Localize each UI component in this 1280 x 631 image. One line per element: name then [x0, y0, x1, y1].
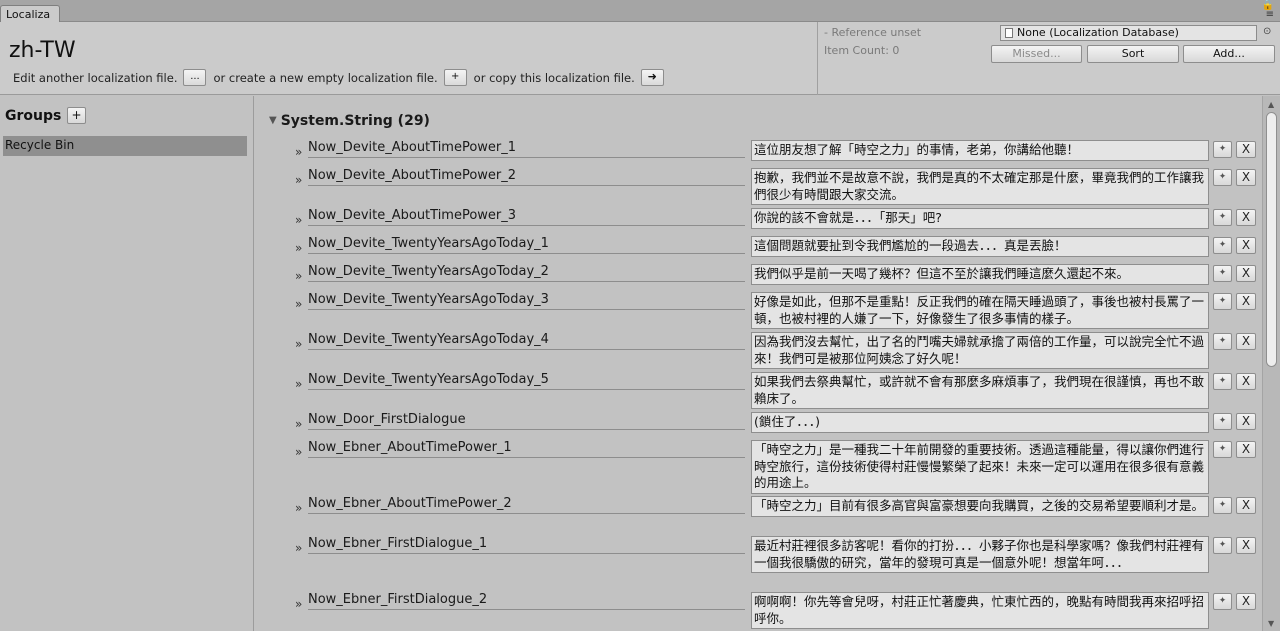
scroll-down-icon[interactable]: ▼ [1268, 619, 1274, 628]
entry-value-field[interactable]: 因為我們沒去幫忙，出了名的鬥嘴夫婦就承擔了兩倍的工作量，可以說完全忙不過來！我們… [751, 332, 1209, 369]
entry-value-field[interactable]: 最近村莊裡很多訪客呢！看你的打扮．．．小夥子你也是科學家嗎？像我們村莊裡有一個我… [751, 536, 1209, 573]
entry-key: Now_Devite_TwentyYearsAgoToday_3 [308, 292, 745, 310]
entry-key: Now_Ebner_AboutTimePower_1 [308, 440, 745, 458]
groups-title: Groups [5, 108, 62, 124]
fold-arrow-icon[interactable]: » [295, 417, 302, 431]
entry-edit-button[interactable]: ✦ [1213, 441, 1232, 458]
entry-key: Now_Ebner_FirstDialogue_1 [308, 536, 745, 554]
entry-edit-button[interactable]: ✦ [1213, 497, 1232, 514]
collapse-triangle-icon[interactable]: ▼ [269, 115, 277, 126]
header-divider [817, 22, 818, 95]
entry-key: Now_Ebner_AboutTimePower_2 [308, 496, 745, 514]
entry-value-field[interactable]: 這個問題就要扯到令我們尷尬的一段過去．．．真是丟臉！ [751, 236, 1209, 257]
fold-arrow-icon[interactable]: » [295, 297, 302, 311]
entry-key: Now_Devite_TwentyYearsAgoToday_1 [308, 236, 745, 254]
entry-edit-button[interactable]: ✦ [1213, 333, 1232, 350]
entry-edit-button[interactable]: ✦ [1213, 373, 1232, 390]
reference-status: - Reference unset [824, 26, 922, 39]
fold-arrow-icon[interactable]: » [295, 269, 302, 283]
entry-value-field[interactable]: 我們似乎是前一天喝了幾杯？但這不至於讓我們睡這麼久還起不來。 [751, 264, 1209, 285]
fold-arrow-icon[interactable]: » [295, 541, 302, 555]
entry-edit-button[interactable]: ✦ [1213, 537, 1232, 554]
copy-file-button[interactable]: ➜ [640, 69, 664, 86]
entry-value-field[interactable]: 「時空之力」是一種我二十年前開發的重要技術。透過這種能量，得以讓你們進行時空旅行… [751, 440, 1209, 494]
entry-value-field[interactable]: 抱歉，我們並不是故意不說，我們是真的不太確定那是什麼，畢竟我們的工作讓我們很少有… [751, 168, 1209, 205]
entry-key: Now_Devite_TwentyYearsAgoToday_5 [308, 372, 745, 390]
entry-value-field[interactable]: 如果我們去祭典幫忙，或許就不會有那麼多麻煩事了，我們現在很謹慎，再也不敢賴床了。 [751, 372, 1209, 409]
asset-icon [1005, 28, 1013, 38]
edit-file-text: Edit another localization file. [13, 70, 178, 85]
add-group-button[interactable]: + [67, 107, 86, 124]
entry-delete-button[interactable]: X [1236, 333, 1256, 350]
fold-arrow-icon[interactable]: » [295, 173, 302, 187]
copy-file-text: or copy this localization file. [473, 70, 635, 85]
section-title: System.String (29) [280, 113, 430, 129]
entry-delete-button[interactable]: X [1236, 293, 1256, 310]
sort-button[interactable]: Sort [1087, 45, 1179, 63]
entry-edit-button[interactable]: ✦ [1213, 141, 1232, 158]
entry-delete-button[interactable]: X [1236, 537, 1256, 554]
entry-value-field[interactable]: 你說的該不會就是．．．「那天」吧? [751, 208, 1209, 229]
section-header[interactable]: ▼ System.String (29) [269, 113, 430, 129]
entry-edit-button[interactable]: ✦ [1213, 293, 1232, 310]
entry-delete-button[interactable]: X [1236, 141, 1256, 158]
page-title: zh-TW [9, 38, 76, 63]
entry-edit-button[interactable]: ✦ [1213, 265, 1232, 282]
create-file-text: or create a new empty localization file. [213, 70, 438, 85]
entries-panel: ▼ System.String (29) » Now_Devite_AboutTim… [255, 96, 1262, 631]
vertical-scrollbar[interactable]: ▲ ▼ [1262, 96, 1280, 631]
fold-arrow-icon[interactable]: » [295, 501, 302, 515]
tab-localization[interactable]: Localiza [0, 5, 60, 23]
window-menu-icon[interactable]: ≡ [1266, 9, 1274, 20]
entry-value-field[interactable]: (鎖住了．．．) [751, 412, 1209, 433]
entry-delete-button[interactable]: X [1236, 237, 1256, 254]
fold-arrow-icon[interactable]: » [295, 445, 302, 459]
fold-arrow-icon[interactable]: » [295, 241, 302, 255]
database-field-value: None (Localization Database) [1017, 26, 1179, 39]
entry-edit-button[interactable]: ✦ [1213, 413, 1232, 430]
missed-button[interactable]: Missed... [991, 45, 1082, 63]
entry-key: Now_Devite_AboutTimePower_3 [308, 208, 745, 226]
entry-value-field[interactable]: 啊啊啊！你先等會兒呀，村莊正忙著慶典，忙東忙西的，晚點有時間我再來招呼招呼你。 [751, 592, 1209, 629]
edit-file-button[interactable]: ... [183, 69, 207, 86]
file-actions-row: Edit another localization file. ... or c… [13, 69, 671, 86]
add-button[interactable]: Add... [1183, 45, 1275, 63]
entry-edit-button[interactable]: ✦ [1213, 237, 1232, 254]
entry-delete-button[interactable]: X [1236, 497, 1256, 514]
groups-sidebar: Groups + Recycle Bin [0, 96, 254, 631]
fold-arrow-icon[interactable]: » [295, 145, 302, 159]
entry-key: Now_Devite_TwentyYearsAgoToday_2 [308, 264, 745, 282]
entry-value-field[interactable]: 「時空之力」目前有很多高官與富豪想要向我購買，之後的交易希望要順利才是。 [751, 496, 1209, 517]
entry-key: Now_Ebner_FirstDialogue_2 [308, 592, 745, 610]
entry-delete-button[interactable]: X [1236, 373, 1256, 390]
fold-arrow-icon[interactable]: » [295, 377, 302, 391]
entry-value-field[interactable]: 這位朋友想了解「時空之力」的事情，老弟，你講給他聽！ [751, 140, 1209, 161]
create-file-button[interactable]: + [443, 69, 467, 86]
fold-arrow-icon[interactable]: » [295, 213, 302, 227]
item-count: Item Count: 0 [824, 44, 900, 57]
group-item-recycle-bin[interactable]: Recycle Bin [3, 136, 247, 156]
entry-delete-button[interactable]: X [1236, 265, 1256, 282]
entry-key: Now_Devite_AboutTimePower_2 [308, 168, 745, 186]
entry-key: Now_Devite_AboutTimePower_1 [308, 140, 745, 158]
entry-delete-button[interactable]: X [1236, 413, 1256, 430]
fold-arrow-icon[interactable]: » [295, 597, 302, 611]
scroll-thumb[interactable] [1266, 112, 1277, 367]
entry-edit-button[interactable]: ✦ [1213, 593, 1232, 610]
scroll-up-icon[interactable]: ▲ [1268, 100, 1274, 109]
entry-value-field[interactable]: 好像是如此，但那不是重點！反正我們的確在隔天睡過頭了，事後也被村長罵了一頓，也被… [751, 292, 1209, 329]
database-field[interactable]: None (Localization Database) [1000, 25, 1257, 41]
fold-arrow-icon[interactable]: » [295, 337, 302, 351]
entry-edit-button[interactable]: ✦ [1213, 169, 1232, 186]
entry-delete-button[interactable]: X [1236, 593, 1256, 610]
tab-strip: Localiza 🔒 ≡ [0, 0, 1280, 23]
object-picker-icon[interactable]: ⊙ [1263, 26, 1271, 37]
entry-edit-button[interactable]: ✦ [1213, 209, 1232, 226]
entry-delete-button[interactable]: X [1236, 169, 1256, 186]
entry-key: Now_Devite_TwentyYearsAgoToday_4 [308, 332, 745, 350]
tab-label: Localiza [6, 8, 51, 21]
entry-delete-button[interactable]: X [1236, 441, 1256, 458]
entry-key: Now_Door_FirstDialogue [308, 412, 745, 430]
entry-delete-button[interactable]: X [1236, 209, 1256, 226]
